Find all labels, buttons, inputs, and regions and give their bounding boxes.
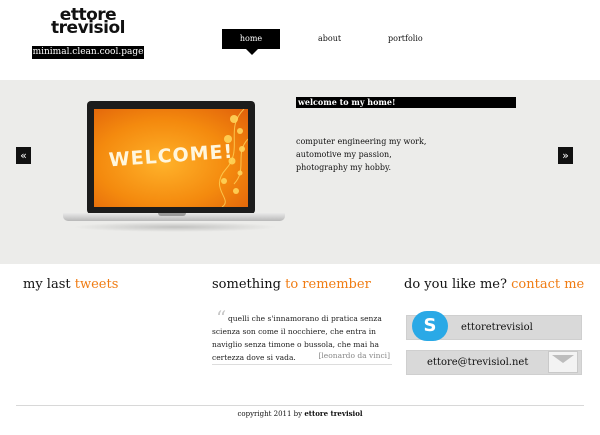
skype-contact[interactable]: S ettoretrevisiol: [406, 311, 582, 341]
welcome-line: photography my hobby.: [296, 163, 392, 172]
tweets-heading-highlight[interactable]: tweets: [75, 277, 119, 292]
nav-item-about[interactable]: about: [318, 29, 341, 49]
skype-id: ettoretrevisiol: [461, 322, 533, 333]
header: ettore trevisiol minimal.clean.cool.page…: [0, 0, 600, 80]
contact-heading-highlight[interactable]: contact me: [511, 277, 584, 292]
floral-decoration: [219, 109, 248, 207]
welcome-heading: welcome to my home!: [296, 97, 516, 108]
tweets-heading-text: my last: [23, 277, 75, 292]
nav-item-home[interactable]: home: [222, 29, 280, 49]
quote-divider: [212, 364, 392, 365]
footer-divider: [16, 405, 584, 406]
quote-author: [leonardo da vinci]: [318, 351, 390, 360]
email-address: ettore@trevisiol.net: [427, 357, 529, 368]
remember-heading-highlight: to remember: [285, 277, 371, 292]
tweets-heading: my last tweets: [23, 277, 118, 292]
contact-heading-text: do you like me?: [404, 277, 512, 292]
skype-icon: S: [412, 311, 448, 341]
logo-name: ettore trevisiol: [38, 7, 138, 38]
double-chevron-left-icon[interactable]: «: [16, 147, 31, 164]
logo-name-line2: trevisiol: [51, 18, 125, 38]
email-contact[interactable]: ettore@trevisiol.net: [406, 350, 582, 375]
remember-heading: something to remember: [212, 277, 371, 292]
contact-heading: do you like me? contact me: [404, 277, 584, 292]
welcome-description: computer engineering my work, automotive…: [296, 135, 456, 174]
nav-item-portfolio[interactable]: portfolio: [388, 29, 423, 49]
envelope-icon: [548, 351, 578, 373]
remember-heading-text: something: [212, 277, 286, 292]
slider: « » WELCOME! welcome to my home! compute: [0, 80, 600, 264]
laptop-notch: [158, 213, 186, 216]
footer-copyright: copyright 2011 by: [237, 410, 305, 418]
footer-owner: ettore trevisiol: [304, 409, 363, 418]
logo-tagline: minimal.clean.cool.page: [32, 46, 144, 59]
logo[interactable]: ettore trevisiol minimal.clean.cool.page: [32, 7, 144, 59]
laptop-screen: WELCOME!: [94, 109, 248, 207]
laptop-image: WELCOME!: [60, 101, 290, 241]
welcome-line: automotive my passion,: [296, 150, 392, 159]
laptop-shadow: [72, 222, 278, 232]
welcome-line: computer engineering my work,: [296, 137, 427, 146]
nav-active-indicator: [246, 49, 258, 55]
double-chevron-right-icon[interactable]: »: [558, 147, 573, 164]
footer: copyright 2011 by ettore trevisiol: [0, 409, 600, 418]
